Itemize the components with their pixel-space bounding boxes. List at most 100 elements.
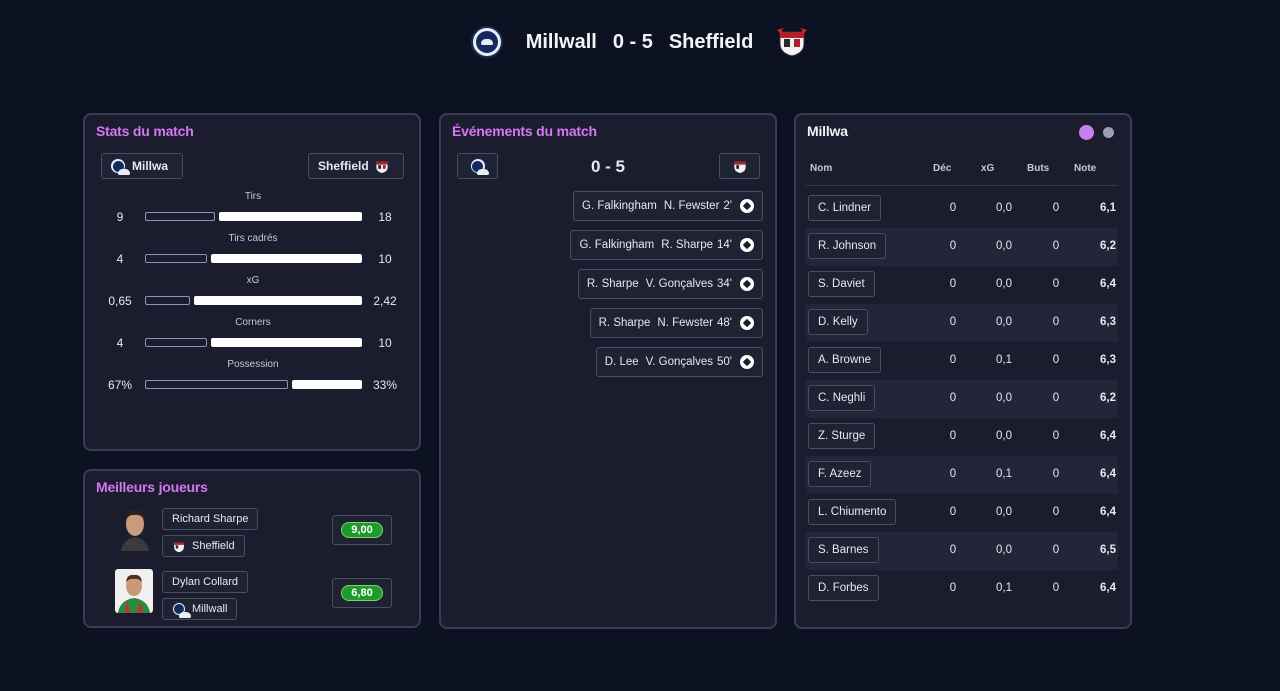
table-row[interactable]: L. Chiumento 0 0,0 0 6,4 (806, 494, 1118, 532)
table-row[interactable]: S. Daviet 0 0,0 0 6,4 (806, 266, 1118, 304)
player-name[interactable]: R. Johnson (808, 233, 887, 259)
away-team-chip[interactable] (719, 153, 760, 179)
table-row[interactable]: S. Barnes 0 0,0 0 6,5 (806, 532, 1118, 570)
sheffield-crest-icon (376, 161, 388, 173)
player-goals: 0 (1052, 240, 1060, 252)
best-player-team[interactable]: Sheffield (162, 535, 245, 557)
stat-home-value: 9 (116, 210, 124, 224)
player-name[interactable]: F. Azeez (808, 461, 872, 487)
player-note: 6,3 (1100, 354, 1116, 366)
players-panel: Millwa Nom Déc xG Buts Note C. Lindner 0 0… (794, 113, 1132, 629)
col-header-note: Note (1074, 163, 1097, 174)
stat-away-bar (292, 380, 362, 389)
player-goals: 0 (1052, 392, 1060, 404)
goal-event[interactable]: D. Lee V. Gonçalves 50' (595, 347, 763, 377)
player-goals: 0 (1052, 202, 1060, 214)
col-header-dec: Déc (933, 163, 952, 174)
stat-away-value: 10 (378, 336, 392, 350)
stat-label: Tirs (244, 191, 262, 202)
player-xg: 0,1 (996, 468, 1012, 480)
player-note: 6,4 (1100, 582, 1116, 594)
player-goals: 0 (1052, 278, 1060, 290)
player-dec: 0 (949, 506, 957, 518)
col-header-xg: xG (981, 163, 995, 174)
player-dec: 0 (949, 202, 957, 214)
player-xg: 0,0 (996, 316, 1012, 328)
stat-home-bar (145, 296, 190, 305)
stat-label: Tirs cadrés (228, 233, 278, 244)
table-row[interactable]: A. Browne 0 0,1 0 6,3 (806, 342, 1118, 380)
team-toggle-dot-active[interactable] (1079, 125, 1094, 140)
table-row[interactable]: F. Azeez 0 0,1 0 6,4 (806, 456, 1118, 494)
table-header-divider (806, 185, 1118, 186)
football-icon (740, 316, 754, 330)
player-name[interactable]: L. Chiumento (808, 499, 897, 525)
stat-away-value: 18 (378, 210, 392, 224)
col-header-name: Nom (810, 163, 833, 174)
player-name[interactable]: A. Browne (808, 347, 882, 373)
player-xg: 0,0 (996, 430, 1012, 442)
event-scorer: G. Falkingham (582, 200, 657, 212)
event-scorer: D. Lee (604, 356, 639, 368)
player-avatar (115, 569, 153, 613)
table-row[interactable]: C. Neghli 0 0,0 0 6,2 (806, 380, 1118, 418)
football-icon (740, 238, 754, 252)
goal-event[interactable]: G. Falkingham R. Sharpe 14' (570, 230, 763, 260)
table-row[interactable]: Z. Sturge 0 0,0 0 6,4 (806, 418, 1118, 456)
events-panel: Événements du match 0 - 5 G. Falkingham N… (439, 113, 777, 629)
player-name[interactable]: D. Forbes (808, 575, 879, 601)
millwall-crest-icon (470, 26, 503, 58)
table-row[interactable]: R. Johnson 0 0,0 0 6,2 (806, 228, 1118, 266)
player-name[interactable]: C. Lindner (808, 195, 882, 221)
stat-home-bar (145, 254, 207, 263)
player-note: 6,3 (1100, 316, 1116, 328)
player-dec: 0 (949, 278, 957, 290)
best-player-team[interactable]: Millwall (162, 598, 238, 620)
event-scorer: R. Sharpe (598, 317, 651, 329)
player-avatar (115, 505, 155, 551)
player-note: 6,1 (1100, 202, 1116, 214)
away-team-chip[interactable]: Sheffield (308, 153, 404, 179)
player-dec: 0 (949, 582, 957, 594)
player-name[interactable]: S. Daviet (808, 271, 875, 297)
match-score: 0 - 5 (612, 30, 653, 53)
player-name[interactable]: S. Barnes (808, 537, 879, 563)
player-note: 6,2 (1100, 240, 1116, 252)
event-minute: 2' (723, 200, 732, 212)
team-toggle-dot-inactive[interactable] (1103, 127, 1114, 138)
best-player-name[interactable]: Richard Sharpe (162, 508, 259, 530)
table-row[interactable]: D. Kelly 0 0,0 0 6,3 (806, 304, 1118, 342)
table-row[interactable]: D. Forbes 0 0,1 0 6,4 (806, 570, 1118, 608)
event-minute: 14' (717, 239, 732, 251)
goal-event[interactable]: G. Falkingham N. Fewster 2' (573, 191, 763, 221)
player-dec: 0 (949, 544, 957, 556)
stat-home-value: 0,65 (108, 294, 132, 308)
event-scorer: R. Sharpe (586, 278, 639, 290)
player-goals: 0 (1052, 316, 1060, 328)
home-team-chip[interactable]: Millwa (101, 153, 183, 179)
table-row[interactable]: C. Lindner 0 0,0 0 6,1 (806, 190, 1118, 228)
stat-home-value: 4 (116, 252, 124, 266)
player-name[interactable]: Z. Sturge (808, 423, 876, 449)
player-xg: 0,1 (996, 354, 1012, 366)
player-goals: 0 (1052, 506, 1060, 518)
event-minute: 48' (717, 317, 732, 329)
stat-home-bar (145, 380, 288, 389)
event-assist: N. Fewster (663, 200, 720, 212)
goal-event[interactable]: R. Sharpe N. Fewster 48' (589, 308, 763, 338)
stat-home-value: 4 (116, 336, 124, 350)
player-note: 6,4 (1100, 430, 1116, 442)
football-icon (740, 199, 754, 213)
stat-away-value: 33% (372, 378, 398, 392)
player-goals: 0 (1052, 354, 1060, 366)
player-name[interactable]: D. Kelly (808, 309, 868, 335)
events-panel-title: Événements du match (452, 123, 597, 139)
player-note: 6,4 (1100, 468, 1116, 480)
player-note: 6,4 (1100, 506, 1116, 518)
player-xg: 0,0 (996, 506, 1012, 518)
best-player-name[interactable]: Dylan Collard (162, 571, 249, 593)
player-name[interactable]: C. Neghli (808, 385, 876, 411)
stat-home-value: 67% (107, 378, 133, 392)
goal-event[interactable]: R. Sharpe V. Gonçalves 34' (577, 269, 763, 299)
sheffield-crest-icon (733, 161, 746, 173)
